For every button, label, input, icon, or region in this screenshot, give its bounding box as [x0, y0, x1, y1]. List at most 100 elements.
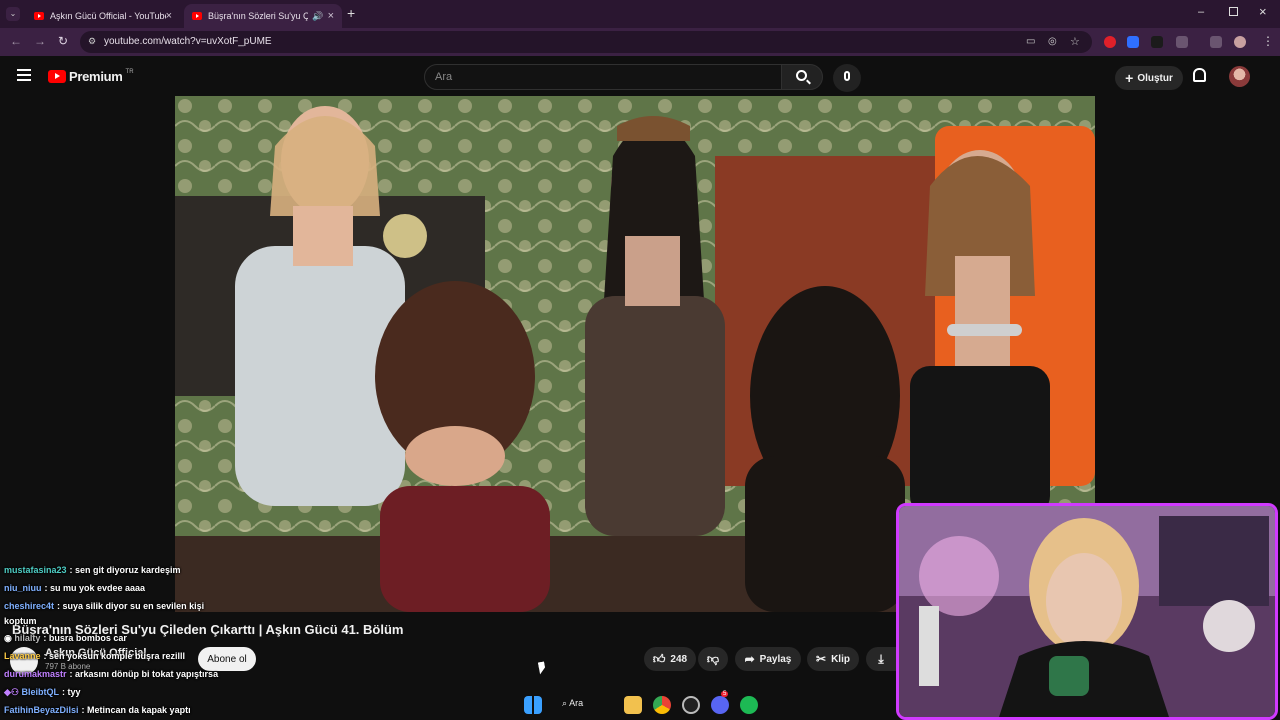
chat-text: su mu yok evdee aaaa [50, 583, 146, 593]
tab-askin-gucu-official[interactable]: Aşkın Gücü Official - YouTube × [26, 4, 180, 28]
region-code: TR [125, 68, 134, 75]
plus-icon: + [1125, 70, 1134, 86]
share-label: Paylaş [759, 653, 792, 665]
address-bar[interactable]: ⚙ youtube.com/watch?v=uvXotF_pUME ▭ ◎ ☆ [80, 31, 1092, 53]
chat-message: durumakmastr: arkasını dönüp bi tokat ya… [4, 669, 219, 679]
chat-text: arkasını dönüp bi tokat yapıştırsa [75, 669, 219, 679]
chat-text: sen git diyoruz kardeşim [75, 565, 181, 575]
chat-username: niu_niuu [4, 583, 42, 593]
chat-message: cheshirec4t: suya silik diyor su en sevi… [4, 601, 205, 611]
extension-blue-icon[interactable] [1127, 36, 1139, 48]
site-info-icon[interactable]: ⚙ [88, 36, 96, 47]
obs-icon[interactable] [682, 696, 700, 714]
eye-off-icon[interactable]: ◎ [1048, 36, 1057, 47]
notifications-bell-icon[interactable] [1193, 68, 1206, 82]
chat-message: FatihinBeyazDilsi: Metincan da kapak yap… [4, 705, 191, 715]
minimize-button[interactable]: – [1198, 6, 1204, 18]
chat-text: suya silik diyor su en sevilen kişi [62, 601, 205, 611]
scissors-icon: ✂ [816, 652, 827, 666]
chat-text: koptum [4, 616, 37, 626]
close-tab-icon[interactable]: × [328, 10, 334, 22]
extensions-puzzle-icon[interactable] [1176, 36, 1188, 48]
like-button[interactable]: 👍︎ 248 [644, 647, 696, 671]
dislike-button[interactable]: 👎︎ [698, 647, 728, 671]
chat-text: busra bombos car [48, 633, 127, 643]
chat-username: FatihinBeyazDilsi [4, 705, 79, 715]
extension-dark-icon[interactable] [1151, 36, 1163, 48]
browser-menu-icon[interactable]: ⋮ [1262, 34, 1274, 48]
cast-icon[interactable]: ▭ [1026, 36, 1035, 47]
chat-message: niu_niuu: su mu yok evdee aaaa [4, 583, 146, 593]
tab-busra-video[interactable]: Büşra'nın Sözleri Su'yu Çileden Çıkarttı… [184, 4, 342, 28]
hamburger-menu-icon[interactable] [17, 69, 31, 81]
tab-title: Büşra'nın Sözleri Su'yu Çileden Çıkarttı [208, 11, 309, 21]
close-tab-icon[interactable]: × [166, 10, 172, 22]
chat-badge-icon: ◆⚇ [4, 687, 19, 697]
chat-text: sen yoksun komple büşra rezilll [49, 651, 186, 661]
chat-message: ◉ hilalty: busra bombos car [4, 633, 127, 643]
chat-message: mustafasina23: sen git diyoruz kardeşim [4, 565, 181, 575]
create-label: Oluştur [1137, 72, 1173, 84]
speaker-icon[interactable]: 🔊 [312, 11, 323, 22]
logo-text: Premium [69, 69, 123, 84]
reading-list-icon[interactable] [1210, 36, 1222, 48]
windows-taskbar: ⌕ Ara 5 [500, 690, 780, 720]
url-text: youtube.com/watch?v=uvXotF_pUME [104, 36, 272, 47]
search-button[interactable] [781, 64, 823, 90]
voice-search-button[interactable] [833, 64, 861, 92]
discord-icon[interactable]: 5 [711, 691, 729, 714]
forward-icon[interactable]: → [34, 34, 46, 48]
taskbar-search-label: Ara [569, 698, 584, 708]
spotify-icon[interactable] [740, 696, 758, 714]
close-window-button[interactable]: × [1259, 4, 1267, 19]
tab-list-button[interactable]: ⌄ [6, 7, 20, 21]
tab-title: Aşkın Gücü Official - YouTube [50, 11, 166, 21]
chrome-icon[interactable] [653, 696, 671, 714]
new-tab-button[interactable]: + [347, 5, 355, 21]
chat-username: cheshirec4t [4, 601, 55, 611]
clip-label: Klip [831, 653, 850, 665]
windows-start-icon[interactable] [524, 696, 542, 714]
thumbs-up-icon: 👍︎ [652, 651, 666, 666]
taskbar-search[interactable]: ⌕ Ara [562, 698, 583, 709]
back-icon[interactable]: ← [10, 34, 22, 48]
browser-tab-bar: ⌄ Aşkın Gücü Official - YouTube × Büşra'… [0, 0, 1280, 28]
chat-username: Lavanne [4, 651, 41, 661]
file-explorer-icon[interactable] [624, 696, 642, 714]
create-button[interactable]: + Oluştur [1115, 66, 1183, 90]
clip-button[interactable]: ✂ Klip [807, 647, 859, 671]
chat-text: tyy [67, 687, 81, 697]
chat-username: durumakmastr [4, 669, 67, 679]
chat-text: Metincan da kapak yaptı [87, 705, 191, 715]
webcam-frame [899, 506, 1275, 717]
microphone-icon [844, 71, 850, 81]
thumbs-down-icon: 👎︎ [706, 651, 720, 666]
share-arrow-icon: ➦ [744, 652, 755, 666]
subscribe-button[interactable]: Abone ol [198, 647, 256, 671]
account-avatar[interactable] [1229, 66, 1250, 87]
youtube-logo[interactable]: Premium TR [48, 69, 134, 84]
download-icon: ⤓ [878, 651, 884, 666]
chat-message: ◆⚇ BleibtQL: tyy [4, 687, 81, 697]
discord-badge: 5 [721, 691, 729, 697]
restore-button[interactable] [1229, 7, 1238, 16]
streamer-webcam [896, 503, 1278, 720]
like-count: 248 [670, 653, 688, 665]
chat-message: koptum [4, 616, 37, 626]
youtube-header: Premium TR Ara + Oluştur [0, 56, 1280, 96]
mouse-cursor [538, 661, 546, 675]
chat-message: Lavanne: sen yoksun komple büşra rezilll [4, 651, 186, 661]
youtube-favicon-icon [34, 12, 44, 20]
bookmark-star-icon[interactable]: ☆ [1070, 35, 1080, 48]
download-button[interactable]: ⤓ [866, 647, 896, 671]
extension-red-icon[interactable] [1104, 36, 1116, 48]
browser-toolbar: ← → ↻ ⚙ youtube.com/watch?v=uvXotF_pUME … [0, 28, 1280, 56]
search-icon [796, 70, 807, 81]
search-input[interactable]: Ara [424, 64, 782, 90]
share-button[interactable]: ➦ Paylaş [735, 647, 801, 671]
search-icon: ⌕ [562, 698, 568, 708]
profile-avatar-icon[interactable] [1234, 36, 1246, 48]
person-foreground-back [745, 286, 905, 612]
reload-icon[interactable]: ↻ [58, 34, 68, 48]
chat-username: mustafasina23 [4, 565, 67, 575]
